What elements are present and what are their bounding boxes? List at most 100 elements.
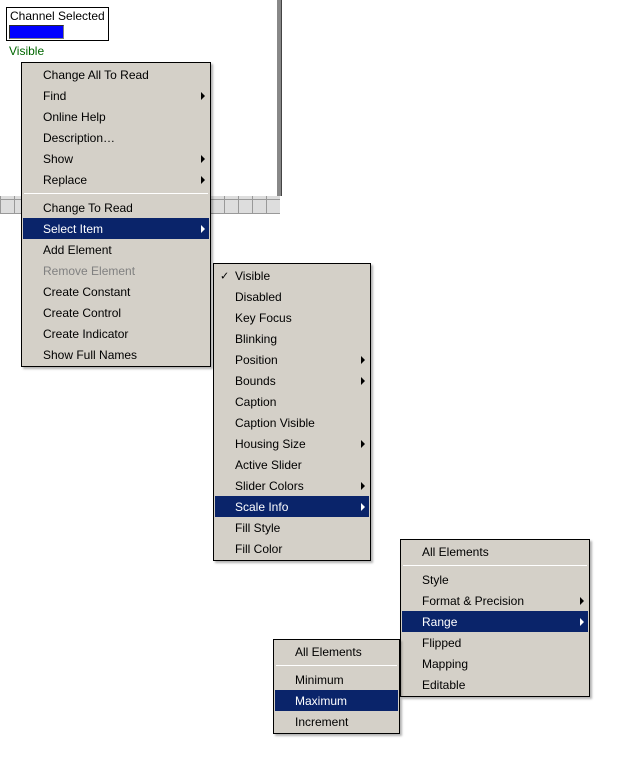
submenu-arrow-icon (201, 155, 205, 163)
menu-item-label: Flipped (422, 636, 461, 650)
menu-item-label: Show (43, 152, 73, 166)
menu-item-label: Minimum (295, 673, 344, 687)
menu-item-select-item[interactable]: Select Item (23, 218, 209, 239)
menu-item-all-elements[interactable]: All Elements (275, 641, 398, 662)
menu-item-label: Scale Info (235, 500, 288, 514)
menu-item-label: Create Constant (43, 285, 130, 299)
menu-item-label: Housing Size (235, 437, 306, 451)
submenu-arrow-icon (580, 618, 584, 626)
menu-item-label: Visible (235, 269, 270, 283)
menu-item-label: Replace (43, 173, 87, 187)
menu-item-label: Change To Read (43, 201, 133, 215)
menu-item-label: All Elements (295, 645, 362, 659)
menu-item-show[interactable]: Show (23, 148, 209, 169)
menu-item-style[interactable]: Style (402, 569, 588, 590)
menu-item-change-all-to-read[interactable]: Change All To Read (23, 64, 209, 85)
menu-item-find[interactable]: Find (23, 85, 209, 106)
submenu-arrow-icon (201, 176, 205, 184)
menu-item-add-element[interactable]: Add Element (23, 239, 209, 260)
color-swatch[interactable] (9, 25, 64, 39)
menu-item-description[interactable]: Description… (23, 127, 209, 148)
menu-item-housing-size[interactable]: Housing Size (215, 433, 369, 454)
menu-item-mapping[interactable]: Mapping (402, 653, 588, 674)
menu-item-label: Show Full Names (43, 348, 137, 362)
context-menu-main: Change All To Read Find Online Help Descrip… (21, 62, 211, 367)
menu-item-range[interactable]: Range (402, 611, 588, 632)
menu-item-label: Create Control (43, 306, 121, 320)
menu-item-label: Create Indicator (43, 327, 128, 341)
menu-item-fill-color[interactable]: Fill Color (215, 538, 369, 559)
menu-item-label: Style (422, 573, 449, 587)
menu-separator (24, 193, 208, 194)
submenu-arrow-icon (361, 356, 365, 364)
menu-item-remove-element: Remove Element (23, 260, 209, 281)
menu-item-label: Fill Color (235, 542, 282, 556)
menu-item-active-slider[interactable]: Active Slider (215, 454, 369, 475)
menu-item-label: Fill Style (235, 521, 280, 535)
submenu-scale-info: All Elements Style Format & Precision Range… (400, 539, 590, 697)
menu-item-position[interactable]: Position (215, 349, 369, 370)
submenu-range: All Elements Minimum Maximum Increment (273, 639, 400, 734)
menu-item-replace[interactable]: Replace (23, 169, 209, 190)
menu-item-online-help[interactable]: Online Help (23, 106, 209, 127)
menu-item-label: Key Focus (235, 311, 292, 325)
submenu-arrow-icon (580, 597, 584, 605)
menu-item-label: Select Item (43, 222, 103, 236)
menu-item-label: Maximum (295, 694, 347, 708)
menu-item-label: Add Element (43, 243, 112, 257)
menu-item-label: Caption Visible (235, 416, 315, 430)
menu-item-label: Caption (235, 395, 276, 409)
menu-item-label: Slider Colors (235, 479, 304, 493)
channel-selected-control[interactable]: Channel Selected (6, 7, 109, 41)
menu-item-label: Online Help (43, 110, 106, 124)
menu-item-create-indicator[interactable]: Create Indicator (23, 323, 209, 344)
menu-item-editable[interactable]: Editable (402, 674, 588, 695)
checkmark-icon: ✓ (220, 269, 229, 282)
menu-item-format-precision[interactable]: Format & Precision (402, 590, 588, 611)
submenu-arrow-icon (361, 377, 365, 385)
submenu-arrow-icon (201, 225, 205, 233)
menu-item-key-focus[interactable]: Key Focus (215, 307, 369, 328)
menu-item-fill-style[interactable]: Fill Style (215, 517, 369, 538)
menu-item-label: Description… (43, 131, 115, 145)
submenu-arrow-icon (201, 92, 205, 100)
menu-item-maximum[interactable]: Maximum (275, 690, 398, 711)
menu-item-label: Find (43, 89, 66, 103)
menu-item-label: Active Slider (235, 458, 302, 472)
menu-item-change-to-read[interactable]: Change To Read (23, 197, 209, 218)
menu-item-disabled[interactable]: Disabled (215, 286, 369, 307)
submenu-select-item: ✓ Visible Disabled Key Focus Blinking Positio… (213, 263, 371, 561)
control-label: Channel Selected (7, 8, 108, 24)
visible-indicator: Visible (9, 44, 44, 58)
menu-item-create-constant[interactable]: Create Constant (23, 281, 209, 302)
menu-item-label: Change All To Read (43, 68, 149, 82)
menu-item-blinking[interactable]: Blinking (215, 328, 369, 349)
menu-item-all-elements[interactable]: All Elements (402, 541, 588, 562)
submenu-arrow-icon (361, 482, 365, 490)
menu-item-label: Bounds (235, 374, 276, 388)
menu-separator (276, 665, 397, 666)
menu-item-label: Mapping (422, 657, 468, 671)
menu-item-create-control[interactable]: Create Control (23, 302, 209, 323)
menu-item-label: Remove Element (43, 264, 135, 278)
menu-item-caption[interactable]: Caption (215, 391, 369, 412)
menu-item-increment[interactable]: Increment (275, 711, 398, 732)
menu-item-label: Position (235, 353, 278, 367)
menu-item-label: Editable (422, 678, 465, 692)
menu-item-label: Increment (295, 715, 348, 729)
menu-item-minimum[interactable]: Minimum (275, 669, 398, 690)
frame-edge (276, 0, 282, 196)
menu-item-caption-visible[interactable]: Caption Visible (215, 412, 369, 433)
menu-item-flipped[interactable]: Flipped (402, 632, 588, 653)
menu-item-slider-colors[interactable]: Slider Colors (215, 475, 369, 496)
menu-item-label: All Elements (422, 545, 489, 559)
submenu-arrow-icon (361, 503, 365, 511)
menu-item-label: Format & Precision (422, 594, 524, 608)
menu-item-show-full-names[interactable]: Show Full Names (23, 344, 209, 365)
menu-item-label: Range (422, 615, 457, 629)
menu-item-visible[interactable]: ✓ Visible (215, 265, 369, 286)
menu-item-label: Blinking (235, 332, 277, 346)
submenu-arrow-icon (361, 440, 365, 448)
menu-item-scale-info[interactable]: Scale Info (215, 496, 369, 517)
menu-item-bounds[interactable]: Bounds (215, 370, 369, 391)
